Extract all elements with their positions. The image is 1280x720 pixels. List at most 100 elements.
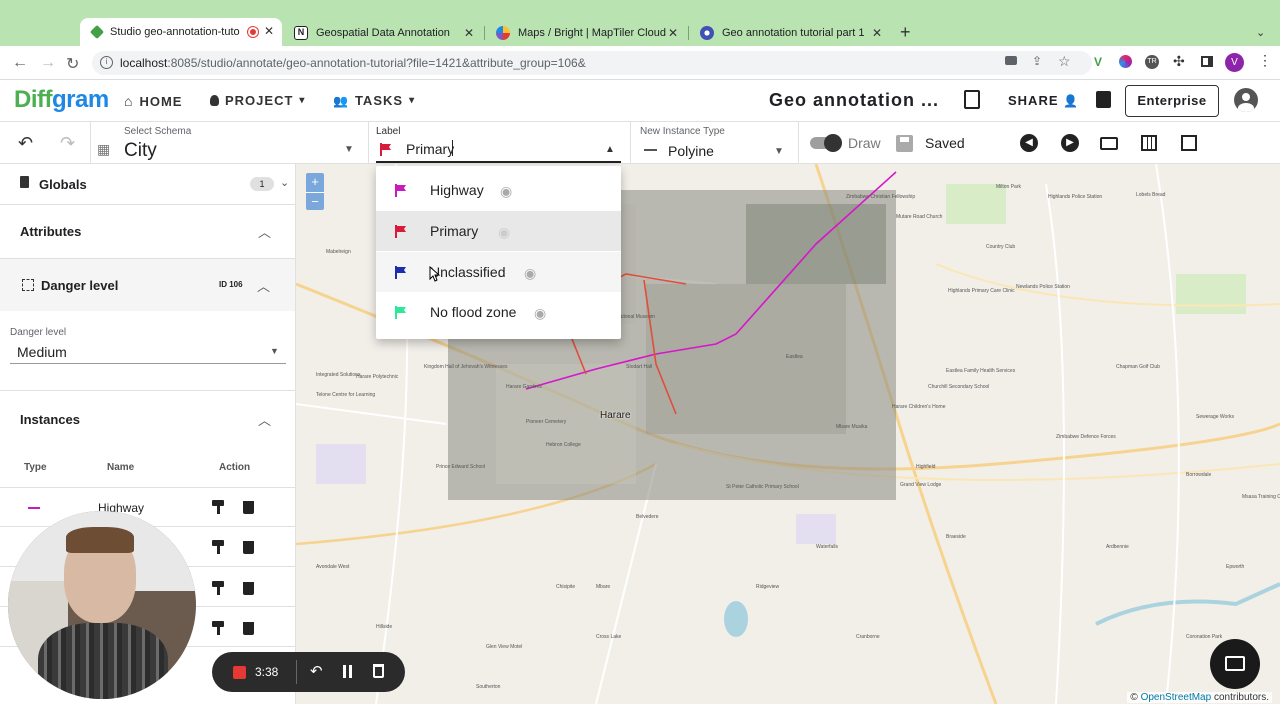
chevron-up-icon[interactable]: ︿: [257, 276, 270, 295]
globals-header[interactable]: Globals: [39, 177, 87, 192]
flag-icon: [380, 143, 391, 156]
url-field[interactable]: i localhost:8085/studio/annotate/geo-ann…: [92, 51, 1092, 75]
extension-tr-icon[interactable]: TR: [1145, 55, 1159, 69]
map-place-label: Cranborne: [856, 634, 880, 640]
map-place-label: Borrowdale: [1186, 472, 1212, 478]
map-attribution: © OpenStreetMap contributors.: [1127, 692, 1272, 703]
map-place-label: Ardbennie: [1106, 544, 1129, 550]
label-option-primary[interactable]: Primary ◉: [376, 211, 621, 251]
extensions-puzzle-icon[interactable]: ✣: [1173, 53, 1185, 70]
new-tab-icon[interactable]: +: [900, 22, 911, 43]
copy-icon[interactable]: [1096, 91, 1111, 108]
map-place-label: Epworth: [1226, 564, 1245, 570]
browser-tab[interactable]: Geo annotation tutorial part 1 ✕: [690, 20, 890, 46]
danger-level-select[interactable]: Medium: [17, 344, 67, 360]
chevron-up-icon[interactable]: ︿: [258, 222, 271, 241]
forward-arrow-icon[interactable]: →: [40, 54, 56, 72]
next-file-icon[interactable]: ▶: [1061, 134, 1079, 152]
saved-status: Saved: [925, 135, 965, 151]
back-arrow-icon[interactable]: ←: [12, 54, 28, 72]
attribute-id: ID 106: [219, 280, 243, 289]
share-label: SHARE: [1008, 93, 1059, 108]
text-caret: [452, 140, 453, 156]
trash-icon[interactable]: [243, 501, 254, 514]
account-avatar-icon[interactable]: [1234, 88, 1258, 112]
sidepanel-icon[interactable]: [1201, 56, 1213, 67]
close-tab-icon[interactable]: ✕: [264, 24, 274, 38]
attributes-header[interactable]: Attributes: [20, 224, 81, 239]
attribution-prefix: ©: [1130, 692, 1138, 703]
reload-icon[interactable]: ↻: [66, 54, 79, 74]
map-place-label: Belvedere: [636, 514, 659, 520]
chevron-up-icon[interactable]: ▲: [605, 144, 615, 155]
chevron-up-icon[interactable]: ︿: [258, 410, 271, 429]
instance-type-select[interactable]: Polyine: [668, 143, 714, 159]
zoom-in-button[interactable]: +: [306, 173, 324, 191]
eye-icon[interactable]: ◉: [498, 224, 510, 241]
zoom-out-button[interactable]: −: [306, 192, 324, 210]
stop-record-icon[interactable]: [233, 666, 246, 679]
share-page-icon[interactable]: ⇪: [1032, 54, 1042, 68]
schema-select[interactable]: City: [124, 140, 157, 162]
label-option-highway[interactable]: Highway ◉: [376, 170, 621, 210]
diffgram-logo[interactable]: Diffgram: [14, 86, 109, 114]
attribution-suffix: contributors.: [1213, 692, 1269, 703]
chevron-down-icon[interactable]: ▼: [344, 144, 354, 155]
pause-icon[interactable]: [343, 665, 346, 678]
browser-menu-icon[interactable]: ⋮: [1258, 52, 1272, 69]
chevron-down-icon[interactable]: ▼: [270, 346, 279, 356]
chevron-down-icon[interactable]: ▼: [774, 146, 784, 157]
enterprise-button[interactable]: Enterprise: [1125, 85, 1219, 117]
instances-header[interactable]: Instances: [20, 412, 80, 427]
map-place-label: Msasa Training Centre: [1242, 494, 1280, 500]
tasks-nav-button[interactable]: 👥 TASKS ▾: [333, 93, 415, 108]
close-tab-icon[interactable]: ✕: [872, 26, 882, 40]
map-icon[interactable]: [1141, 135, 1157, 151]
profile-avatar[interactable]: V: [1225, 53, 1244, 72]
label-select-input[interactable]: Primary: [406, 141, 454, 157]
chevron-down-icon[interactable]: ⌄: [280, 176, 289, 189]
project-nav-button[interactable]: PROJECT ▾: [210, 93, 305, 108]
previous-file-icon[interactable]: ◀: [1020, 134, 1038, 152]
logo-diff-text: Diff: [14, 86, 52, 113]
label-option-no-flood-zone[interactable]: No flood zone ◉: [376, 292, 621, 332]
camera-icon[interactable]: [1005, 56, 1017, 65]
open-folder-button[interactable]: [1210, 639, 1260, 689]
extension-color-icon[interactable]: [1119, 55, 1132, 68]
bookmark-star-icon[interactable]: ☆: [1058, 53, 1071, 70]
eye-icon[interactable]: ◉: [534, 305, 546, 322]
trash-icon[interactable]: [243, 622, 254, 635]
maptiler-favicon-icon: [496, 26, 510, 40]
restart-icon[interactable]: ↶: [310, 662, 323, 680]
browser-tab-active[interactable]: Studio geo-annotation-tuto ✕: [80, 18, 282, 46]
info-icon[interactable]: i: [100, 56, 113, 69]
url-host: localhost: [120, 56, 168, 70]
file-schedule-icon[interactable]: [964, 90, 980, 109]
map-place-label: Mbare Musika: [836, 424, 868, 430]
browser-tab[interactable]: Maps / Bright | MapTiler Cloud ✕: [486, 20, 686, 46]
undo-icon[interactable]: ↶: [18, 133, 33, 154]
close-tab-icon[interactable]: ✕: [668, 26, 678, 40]
eye-icon[interactable]: ◉: [500, 183, 512, 200]
label-option-name: Highway: [430, 182, 484, 198]
openstreetmap-link[interactable]: OpenStreetMap: [1141, 692, 1212, 703]
redo-icon[interactable]: ↷: [60, 133, 75, 154]
flag-icon: [395, 266, 406, 279]
notion-favicon-icon: N: [294, 26, 308, 40]
map-place-label: Hebron College: [546, 442, 581, 448]
label-option-unclassified[interactable]: Unclassified ◉: [376, 252, 621, 292]
browser-tab[interactable]: N Geospatial Data Annotation ✕: [284, 20, 482, 46]
trash-icon[interactable]: [243, 541, 254, 554]
delete-recording-icon[interactable]: [373, 664, 384, 678]
keyboard-icon[interactable]: [1100, 137, 1118, 150]
trash-icon[interactable]: [243, 582, 254, 595]
share-button[interactable]: SHARE 👤: [1008, 93, 1079, 108]
save-icon[interactable]: [896, 135, 913, 152]
extension-v-icon[interactable]: V: [1094, 55, 1102, 69]
draw-toggle[interactable]: [810, 134, 842, 152]
eye-icon[interactable]: ◉: [524, 265, 536, 282]
chevron-down-icon[interactable]: ⌄: [1256, 26, 1265, 39]
close-tab-icon[interactable]: ✕: [464, 26, 474, 40]
crop-frame-icon[interactable]: [1181, 135, 1197, 151]
home-nav-button[interactable]: ⌂ HOME: [124, 93, 182, 109]
